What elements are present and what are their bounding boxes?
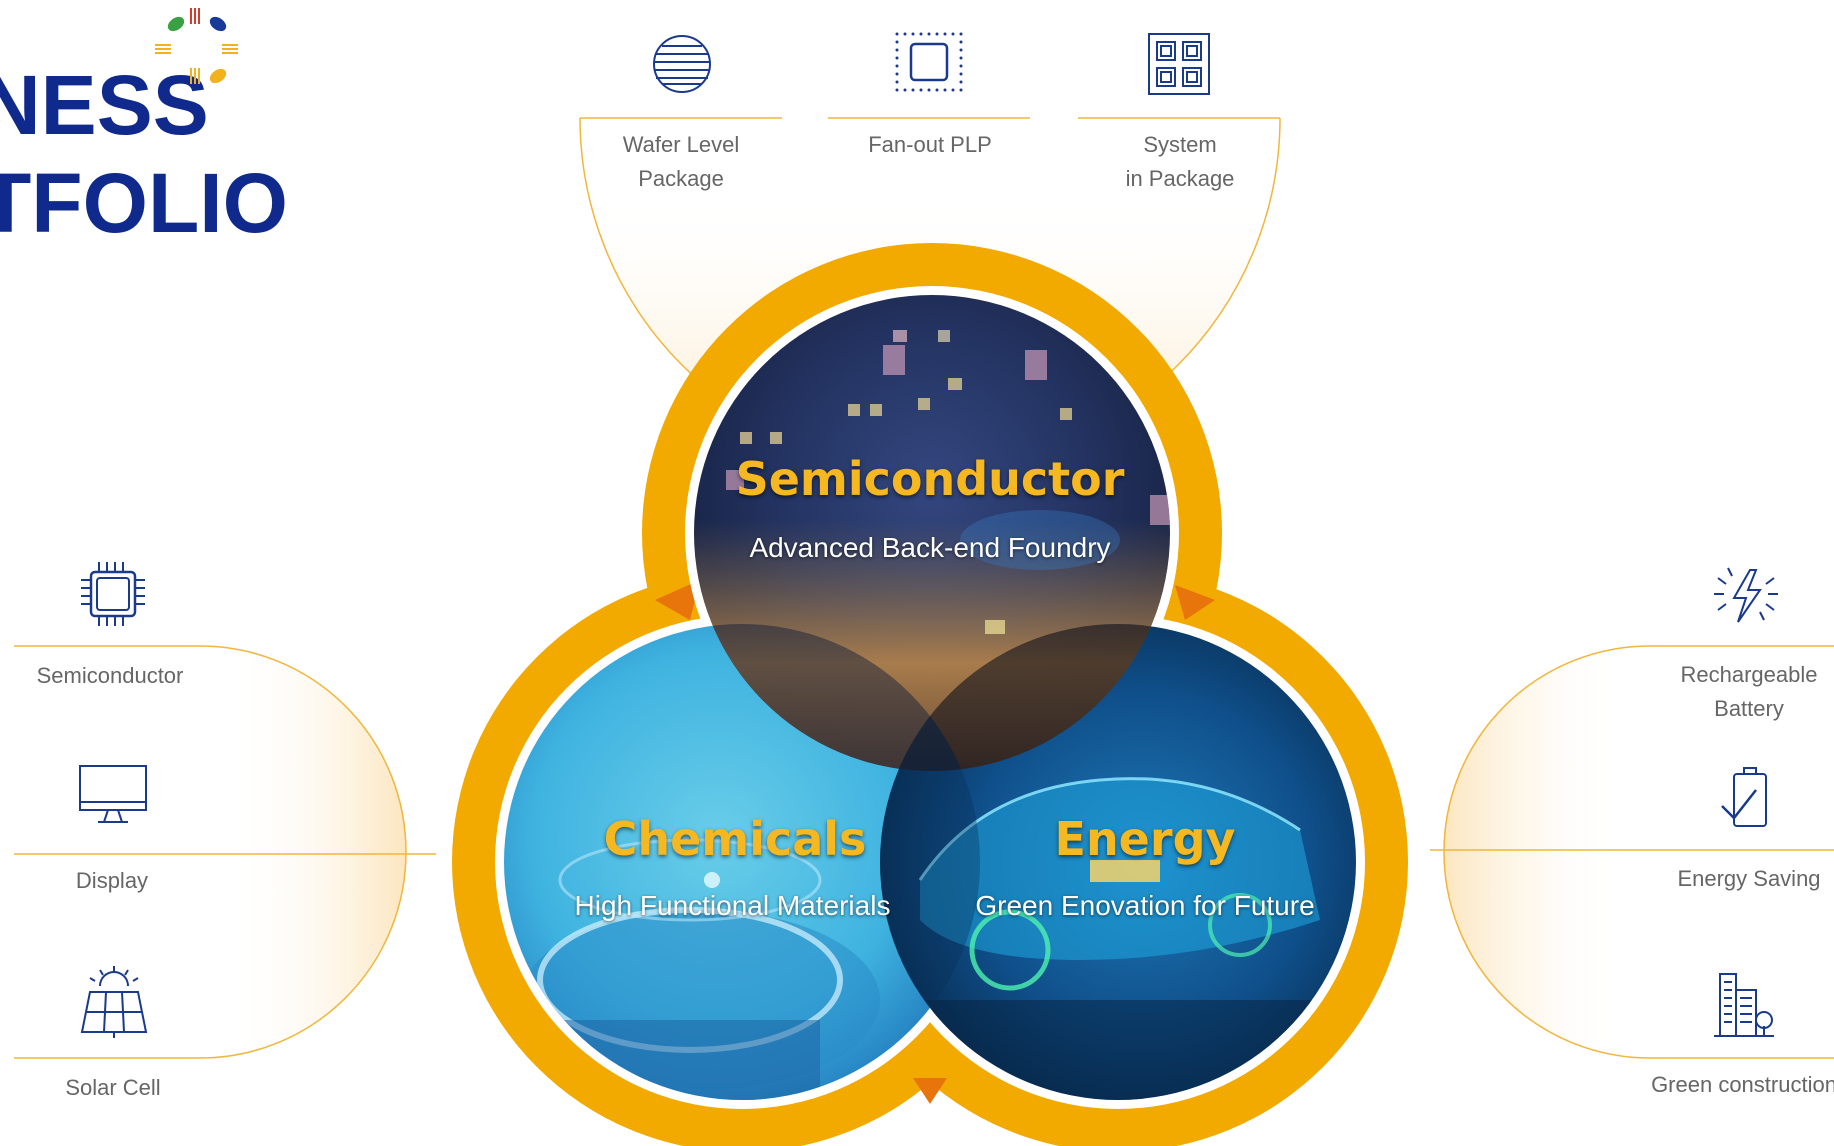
- page-title-line1: NESS: [0, 58, 209, 152]
- category-system-in-package: System in Package: [1080, 128, 1280, 196]
- semiconductor-subtitle: Advanced Back-end Foundry: [749, 532, 1111, 563]
- panel-chip-icon: [895, 32, 963, 92]
- solar-panel-icon: [80, 966, 148, 1038]
- category-label: Green construction: [1651, 1072, 1834, 1097]
- wafer-icon: [653, 35, 711, 93]
- page-title-line2: TFOLIO: [0, 156, 288, 250]
- category-energy-saving: Energy Saving: [1644, 862, 1834, 896]
- category-label: Wafer Level: [622, 132, 740, 157]
- semiconductor-title: Semiconductor: [735, 452, 1125, 506]
- energy-title: Energy: [1054, 812, 1236, 866]
- category-label: Battery: [1714, 696, 1784, 721]
- category-label: Display: [75, 868, 149, 893]
- category-label: in Package: [1125, 166, 1235, 191]
- chemicals-title: Chemicals: [603, 812, 867, 866]
- chemicals-subtitle: High Functional Materials: [574, 890, 891, 921]
- category-label: Package: [638, 166, 724, 191]
- category-label: Rechargeable: [1680, 662, 1818, 687]
- buildings-icon: [1714, 973, 1774, 1037]
- category-solar-cell: Solar Cell: [14, 1071, 212, 1105]
- category-label: Fan-out PLP: [868, 132, 992, 157]
- category-label: Solar Cell: [65, 1075, 161, 1100]
- category-wafer-level-package: Wafer Level Package: [580, 128, 782, 196]
- multi-chip-icon: [1148, 33, 1210, 95]
- category-display: Display: [14, 864, 210, 898]
- battery-check-icon: [1721, 767, 1767, 827]
- energy-subtitle: Green Enovation for Future: [975, 890, 1315, 921]
- category-label: System: [1143, 132, 1217, 157]
- category-label: Energy Saving: [1677, 866, 1821, 891]
- lightning-icon: [1714, 567, 1778, 623]
- category-fan-out-plp: Fan-out PLP: [830, 128, 1030, 162]
- category-green-construction: Green construction: [1634, 1068, 1834, 1102]
- chip-icon: [81, 562, 145, 626]
- category-semiconductor: Semiconductor: [14, 659, 206, 693]
- company-logo-icon: [155, 8, 238, 84]
- page-title: NESS TFOLIO: [0, 56, 288, 252]
- category-rechargeable-battery: Rechargeable Battery: [1644, 658, 1834, 726]
- monitor-icon: [79, 765, 147, 823]
- category-label: Semiconductor: [36, 663, 184, 688]
